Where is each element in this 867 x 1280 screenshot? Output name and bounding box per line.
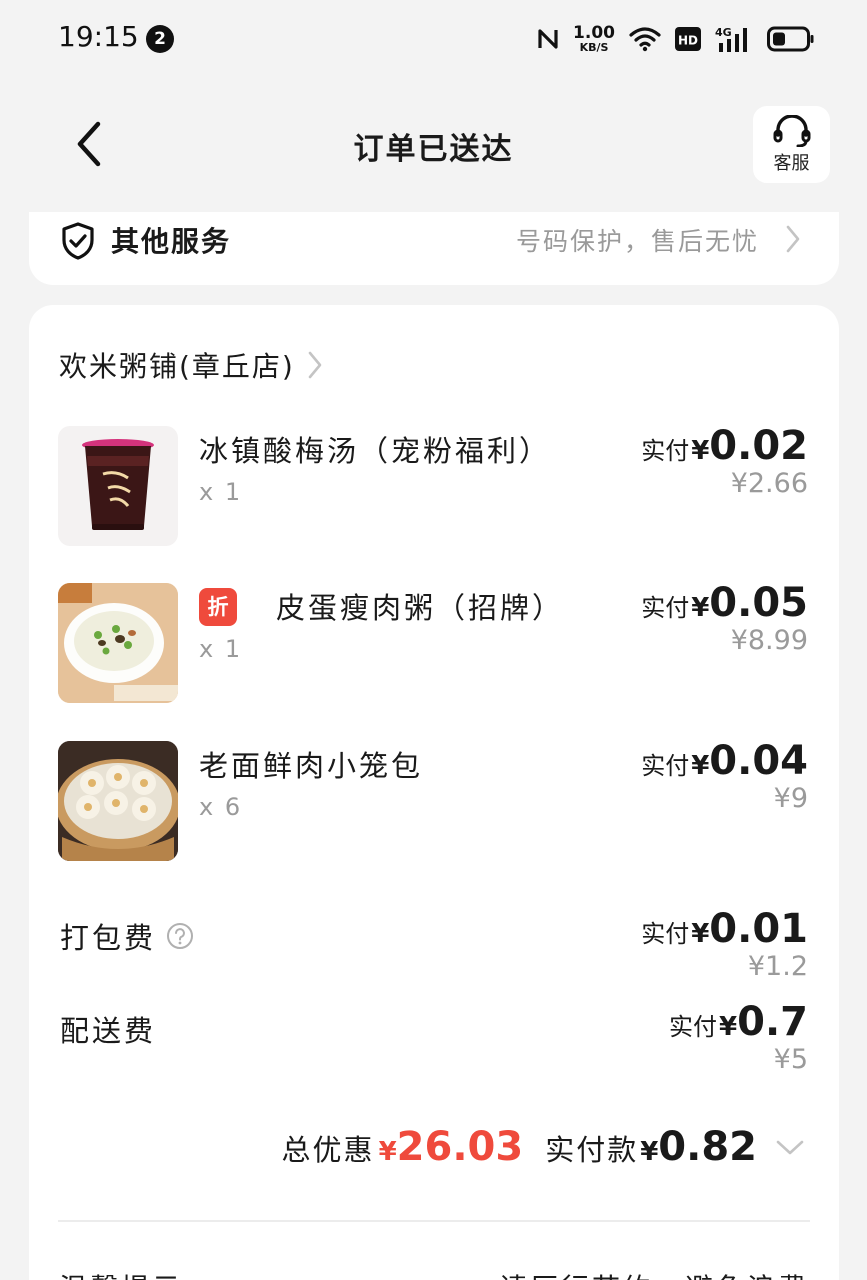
delivery-fee-row: 配送费 实付 ¥ 0.7 ¥5 bbox=[58, 1002, 808, 1075]
chevron-right-icon bbox=[308, 351, 322, 379]
customer-service-label: 客服 bbox=[773, 152, 810, 174]
currency-symbol: ¥ bbox=[691, 593, 710, 623]
hd-voice-icon: HD bbox=[675, 27, 701, 51]
packing-fee-label: 打包费 bbox=[60, 921, 157, 955]
divider bbox=[58, 1220, 810, 1222]
product-thumbnail bbox=[58, 426, 178, 546]
item-price: 实付 ¥ 0.02 ¥2.66 bbox=[641, 426, 808, 499]
signal-4g-icon: 4G bbox=[715, 26, 747, 52]
original-price: ¥1.2 bbox=[747, 951, 808, 982]
order-details-card: 欢米粥铺(章丘店) 冰镇酸梅汤（宠粉福利） x 1 实付 ¥ 0.02 ¥2.6… bbox=[29, 305, 839, 1280]
delivery-fee-price: 实付 ¥ 0.7 ¥5 bbox=[669, 1002, 808, 1075]
network-speed-value: 1.00 bbox=[573, 23, 615, 43]
original-price: ¥5 bbox=[773, 1044, 808, 1075]
order-item[interactable]: 老面鲜肉小笼包 x 6 实付 ¥ 0.04 ¥9 bbox=[58, 741, 808, 863]
item-quantity: x 1 bbox=[199, 478, 243, 506]
paid-label: 实付 bbox=[641, 752, 690, 780]
currency-symbol: ¥ bbox=[691, 751, 710, 781]
order-total-row[interactable]: 总优惠 ¥ 26.03 实付款 ¥ 0.82 bbox=[282, 1127, 805, 1169]
sour-plum-drink-cup-icon bbox=[82, 439, 154, 530]
paid-amount: 0.05 bbox=[709, 580, 808, 626]
item-quantity: x 1 bbox=[199, 635, 243, 663]
order-item[interactable]: 折 皮蛋瘦肉粥（招牌） x 1 实付 ¥ 0.05 ¥8.99 bbox=[58, 583, 808, 705]
paid-label: 实付 bbox=[641, 437, 690, 465]
total-discount-label: 总优惠 bbox=[281, 1133, 375, 1167]
item-name: 皮蛋瘦肉粥（招牌） bbox=[276, 591, 565, 625]
navigation-header: 订单已送达 客服 bbox=[0, 78, 867, 212]
currency-symbol: ¥ bbox=[691, 919, 710, 949]
status-icons: 1.00 KB/S HD 4G bbox=[537, 22, 815, 56]
paid-amount: 0.04 bbox=[709, 738, 808, 784]
packing-fee-row: 打包费 实付 ¥ 0.01 ¥1.2 bbox=[58, 909, 808, 982]
packing-fee-label-wrap: 打包费 bbox=[60, 915, 194, 957]
total-paid-amount: 0.82 bbox=[658, 1124, 757, 1170]
item-price: 实付 ¥ 0.05 ¥8.99 bbox=[641, 583, 808, 656]
chevron-down-icon[interactable] bbox=[775, 1139, 805, 1157]
currency-symbol: ¥ bbox=[640, 1137, 659, 1167]
product-thumbnail bbox=[58, 583, 178, 703]
paid-amount: 0.7 bbox=[737, 999, 808, 1045]
paid-amount: 0.01 bbox=[709, 906, 808, 952]
discount-tag: 折 bbox=[199, 588, 237, 626]
total-discount-amount: 26.03 bbox=[396, 1124, 524, 1170]
other-services-row[interactable]: 其他服务 号码保护，售后无忧 bbox=[29, 212, 839, 285]
store-link[interactable]: 欢米粥铺(章丘店) bbox=[59, 345, 323, 385]
network-speed-unit: KB/S bbox=[579, 41, 609, 54]
customer-service-button[interactable]: 客服 bbox=[753, 106, 830, 183]
original-price: ¥9 bbox=[773, 783, 808, 814]
currency-symbol: ¥ bbox=[378, 1137, 397, 1167]
nfc-icon bbox=[538, 29, 558, 49]
other-services-description: 号码保护，售后无忧 bbox=[515, 227, 759, 256]
shield-check-icon bbox=[62, 222, 94, 260]
svg-text:4G: 4G bbox=[715, 26, 732, 39]
chevron-right-icon bbox=[786, 225, 800, 253]
status-time: 19:15 bbox=[58, 20, 139, 53]
tips-text: 请厉行节约，避免浪费 bbox=[499, 1267, 809, 1280]
steamed-buns-basket-icon bbox=[58, 741, 178, 861]
status-bar: 19:15 2 1.00 KB/S HD 4G bbox=[0, 0, 867, 78]
item-name: 老面鲜肉小笼包 bbox=[199, 749, 424, 783]
paid-label: 实付 bbox=[669, 1013, 718, 1041]
currency-symbol: ¥ bbox=[691, 436, 710, 466]
item-name: 冰镇酸梅汤（宠粉福利） bbox=[199, 434, 552, 468]
wifi-icon bbox=[629, 27, 661, 52]
original-price: ¥8.99 bbox=[730, 625, 808, 656]
paid-label: 实付 bbox=[641, 920, 690, 948]
paid-amount: 0.02 bbox=[709, 423, 808, 469]
tips-title: 温馨提示 bbox=[59, 1267, 183, 1280]
battery-icon bbox=[767, 26, 814, 52]
total-paid-label: 实付款 bbox=[545, 1133, 639, 1167]
store-name: 欢米粥铺(章丘店) bbox=[59, 350, 295, 383]
headset-icon bbox=[773, 114, 810, 147]
original-price: ¥2.66 bbox=[730, 468, 808, 499]
notification-count-badge: 2 bbox=[146, 25, 174, 53]
item-price: 实付 ¥ 0.04 ¥9 bbox=[641, 741, 808, 814]
svg-text:HD: HD bbox=[678, 34, 698, 48]
page-title: 订单已送达 bbox=[353, 132, 514, 167]
network-speed: 1.00 KB/S bbox=[573, 23, 615, 54]
item-quantity: x 6 bbox=[199, 793, 243, 821]
product-thumbnail bbox=[58, 741, 178, 861]
packing-fee-price: 实付 ¥ 0.01 ¥1.2 bbox=[641, 909, 808, 982]
order-item[interactable]: 冰镇酸梅汤（宠粉福利） x 1 实付 ¥ 0.02 ¥2.66 bbox=[58, 426, 808, 548]
paid-label: 实付 bbox=[641, 594, 690, 622]
other-services-title: 其他服务 bbox=[111, 225, 232, 258]
help-icon[interactable] bbox=[166, 922, 194, 950]
delivery-fee-label: 配送费 bbox=[60, 1014, 157, 1048]
congee-bowl-icon bbox=[58, 583, 178, 703]
currency-symbol: ¥ bbox=[719, 1012, 738, 1042]
